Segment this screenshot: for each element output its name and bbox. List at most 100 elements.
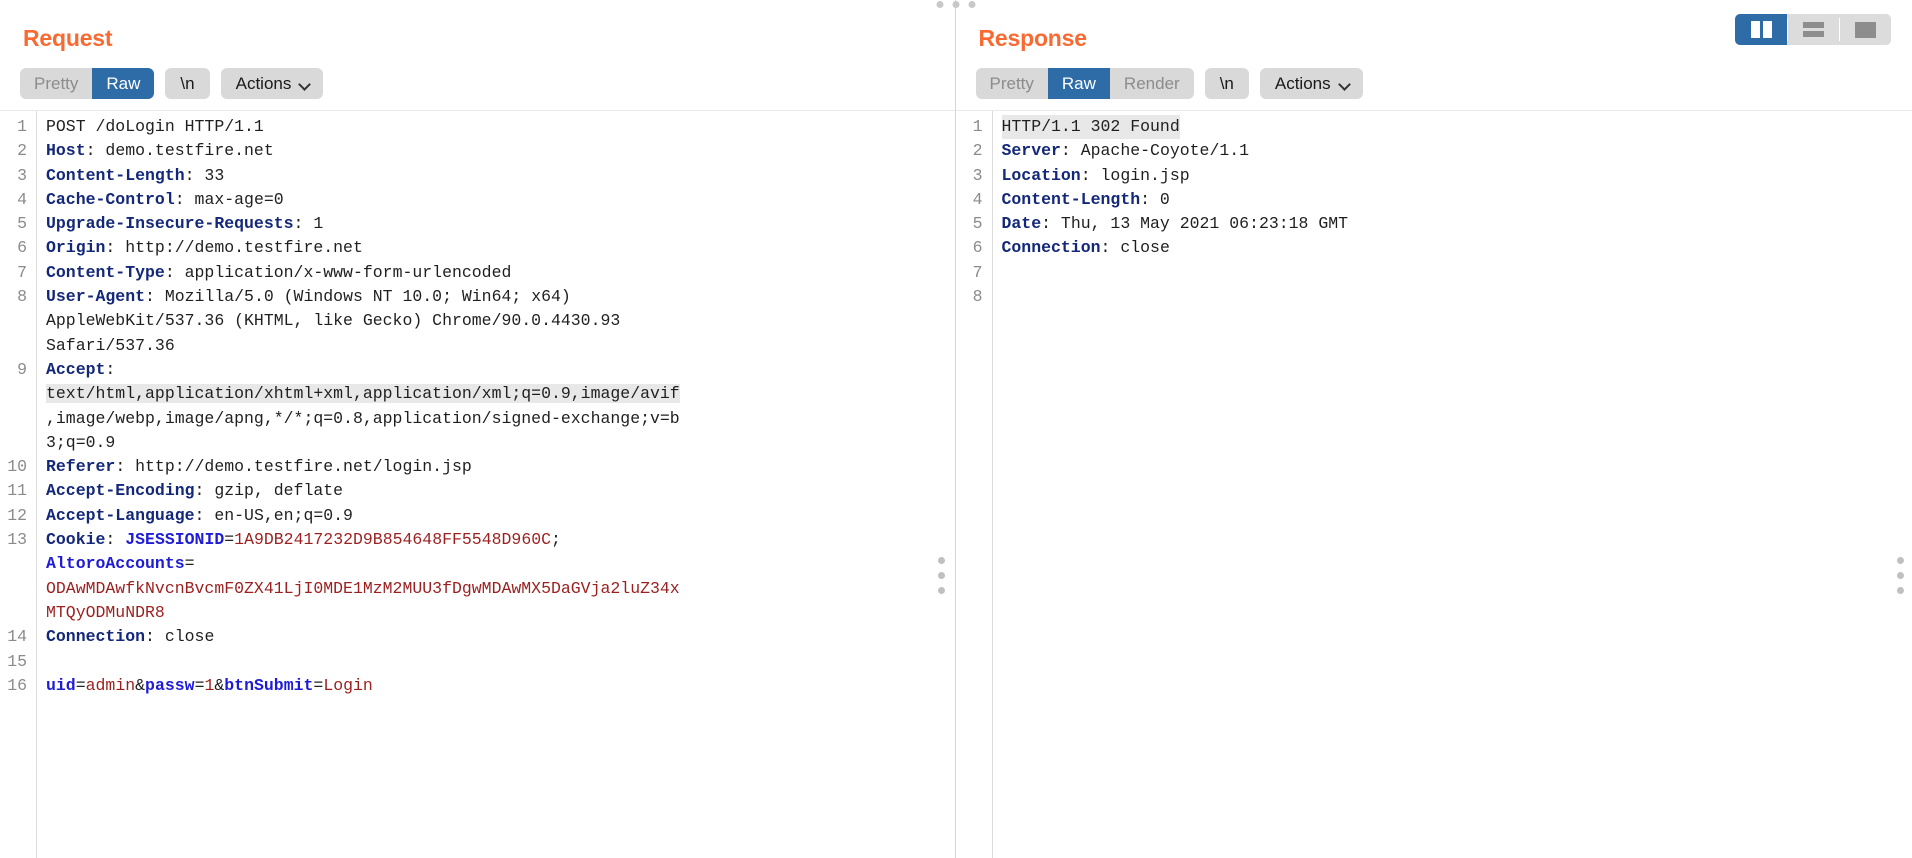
code-line: MTQyODMuNDR8 bbox=[0, 600, 955, 626]
response-view-tabs[interactable]: Pretty Raw Render bbox=[975, 68, 1194, 99]
split-columns-icon bbox=[1750, 21, 1772, 38]
response-pane-drag-handle[interactable] bbox=[1897, 557, 1904, 594]
code-token-plain: = bbox=[75, 675, 86, 695]
code-token-val: 1 bbox=[204, 675, 215, 695]
request-newline-button[interactable]: \n bbox=[165, 68, 210, 99]
response-code-editor[interactable]: 1 HTTP/1.1 302 Found 2 Server: Apache-Coyot… bbox=[955, 110, 1912, 858]
code-token-name: User-Agent bbox=[46, 287, 146, 307]
tab-request-pretty[interactable]: Pretty bbox=[20, 68, 93, 99]
line-number: 1 bbox=[17, 117, 27, 136]
line-number: 16 bbox=[7, 675, 27, 695]
line-number: 3 bbox=[972, 165, 983, 185]
layout-single-button[interactable] bbox=[1839, 14, 1891, 45]
stacked-rows-icon bbox=[1802, 22, 1824, 37]
drag-dot bbox=[936, 1, 944, 8]
code-token-plain: = bbox=[184, 554, 195, 574]
code-line: 6 Connection: close bbox=[956, 236, 1912, 261]
line-number: 7 bbox=[17, 262, 27, 282]
drag-dot bbox=[937, 572, 945, 579]
code-line: AltoroAccounts= bbox=[0, 552, 955, 577]
layout-toggle-group[interactable] bbox=[1735, 14, 1891, 45]
drag-dot bbox=[937, 557, 945, 564]
drag-dot bbox=[968, 1, 976, 8]
layout-stacked-button[interactable] bbox=[1787, 14, 1839, 45]
code-token-name: Content-Length bbox=[46, 165, 185, 185]
code-token-plain: ,image/webp,image/apng,*/*;q=0.8,applica… bbox=[46, 408, 680, 428]
page-title: Request bbox=[23, 25, 113, 51]
code-line: 1 POST /doLogin HTTP/1.1 bbox=[0, 115, 955, 140]
layout-split-button[interactable] bbox=[1735, 14, 1787, 45]
highlighted-span: HTTP/1.1 302 Found bbox=[1001, 115, 1180, 140]
drag-dot bbox=[937, 587, 945, 594]
response-newline-button[interactable]: \n bbox=[1204, 68, 1249, 99]
line-number: 8 bbox=[972, 287, 983, 307]
code-token-plain: & bbox=[214, 675, 225, 695]
request-header: Request bbox=[0, 0, 955, 50]
tab-response-pretty[interactable]: Pretty bbox=[975, 68, 1048, 99]
request-code-editor[interactable]: 1 POST /doLogin HTTP/1.1 2 Host: demo.testf… bbox=[0, 110, 955, 858]
code-token-name: Connection bbox=[1001, 238, 1101, 258]
code-token-name: Accept-Encoding bbox=[46, 481, 195, 501]
line-text: Cache-Control: max-age=0 bbox=[37, 188, 284, 212]
line-text: Server: Apache-Coyote/1.1 bbox=[993, 139, 1250, 163]
code-line: 13 Cookie: JSESSIONID=1A9DB2417232D9B8546… bbox=[0, 528, 955, 553]
code-line: ,image/webp,image/apng,*/*;q=0.8,applica… bbox=[0, 406, 955, 431]
code-line: 3 Location: login.jsp bbox=[956, 163, 1912, 188]
line-text: Accept: bbox=[37, 358, 115, 382]
code-line: AppleWebKit/537.36 (KHTML, like Gecko) C… bbox=[0, 309, 955, 334]
top-drag-handle[interactable] bbox=[936, 1, 976, 8]
chevron-down-icon bbox=[300, 80, 311, 87]
request-actions-button[interactable]: Actions bbox=[220, 68, 324, 99]
line-number: 9 bbox=[17, 359, 27, 379]
code-token-plain: : 1 bbox=[293, 214, 324, 234]
line-text: Location: login.jsp bbox=[993, 164, 1190, 188]
code-token-name: Content-Type bbox=[46, 262, 165, 282]
line-number: 4 bbox=[972, 189, 983, 209]
request-actions-label: Actions bbox=[235, 73, 292, 93]
code-token-key: uid bbox=[46, 675, 76, 695]
code-line: 9 Accept: bbox=[0, 357, 955, 383]
code-token-name: Date bbox=[1001, 214, 1042, 234]
line-number: 12 bbox=[7, 505, 27, 525]
code-token-val: 1A9DB2417232D9B854648FF5548D960C bbox=[234, 530, 552, 550]
code-token-plain: Safari/537.36 bbox=[46, 335, 175, 355]
line-number: 2 bbox=[972, 141, 983, 161]
code-line: 10 Referer: http://demo.testfire.net/logi… bbox=[0, 455, 955, 480]
highlighted-span: text/html,application/xhtml+xml,applicat… bbox=[46, 384, 680, 404]
request-view-tabs[interactable]: Pretty Raw bbox=[20, 68, 155, 99]
line-text: Connection: close bbox=[993, 236, 1170, 260]
code-line: 2 Server: Apache-Coyote/1.1 bbox=[956, 139, 1912, 164]
line-text: ​ bbox=[37, 650, 46, 674]
line-text: Safari/537.36 bbox=[37, 334, 175, 358]
code-token-plain: : 0 bbox=[1140, 189, 1170, 209]
line-number: 13 bbox=[7, 530, 27, 550]
line-text: AppleWebKit/537.36 (KHTML, like Gecko) C… bbox=[37, 309, 620, 333]
tab-response-raw[interactable]: Raw bbox=[1047, 68, 1110, 99]
code-token-plain: = bbox=[224, 530, 235, 550]
line-number: 5 bbox=[972, 214, 983, 234]
gutter-divider bbox=[36, 111, 37, 858]
code-line: 12 Accept-Language: en-US,en;q=0.9 bbox=[0, 503, 955, 529]
request-code-lines: 1 POST /doLogin HTTP/1.1 2 Host: demo.testf… bbox=[0, 111, 955, 699]
request-pane-drag-handle[interactable] bbox=[937, 557, 945, 594]
tab-response-render[interactable]: Render bbox=[1109, 68, 1194, 99]
code-token-plain: : 33 bbox=[184, 165, 225, 185]
code-line: 5 Upgrade-Insecure-Requests: 1 bbox=[0, 212, 955, 237]
code-token-key: btnSubmit bbox=[224, 675, 314, 695]
tab-request-raw[interactable]: Raw bbox=[92, 68, 155, 99]
code-token-plain: & bbox=[135, 675, 146, 695]
code-token-name: Origin bbox=[46, 238, 106, 258]
line-text: Upgrade-Insecure-Requests: 1 bbox=[37, 212, 323, 236]
line-text: POST /doLogin HTTP/1.1 bbox=[37, 115, 264, 139]
line-text: ​ bbox=[993, 285, 1002, 309]
response-toolbar: Pretty Raw Render \n Actions bbox=[956, 50, 1912, 110]
code-token-plain: : Mozilla/5.0 (Windows NT 10.0; Win64; x… bbox=[145, 287, 571, 307]
code-token-plain: HTTP/1.1 302 Found bbox=[1001, 117, 1180, 136]
line-text: Accept-Encoding: gzip, deflate bbox=[37, 479, 343, 503]
line-number: 10 bbox=[7, 457, 27, 477]
code-line: 14 Connection: close bbox=[0, 625, 955, 650]
code-line: 4 Cache-Control: max-age=0 bbox=[0, 187, 955, 213]
line-text: Referer: http://demo.testfire.net/login.… bbox=[37, 455, 472, 479]
panes-container: Request Pretty Raw \n Actions 1 POST /doL… bbox=[0, 0, 1912, 858]
response-actions-button[interactable]: Actions bbox=[1259, 68, 1363, 99]
